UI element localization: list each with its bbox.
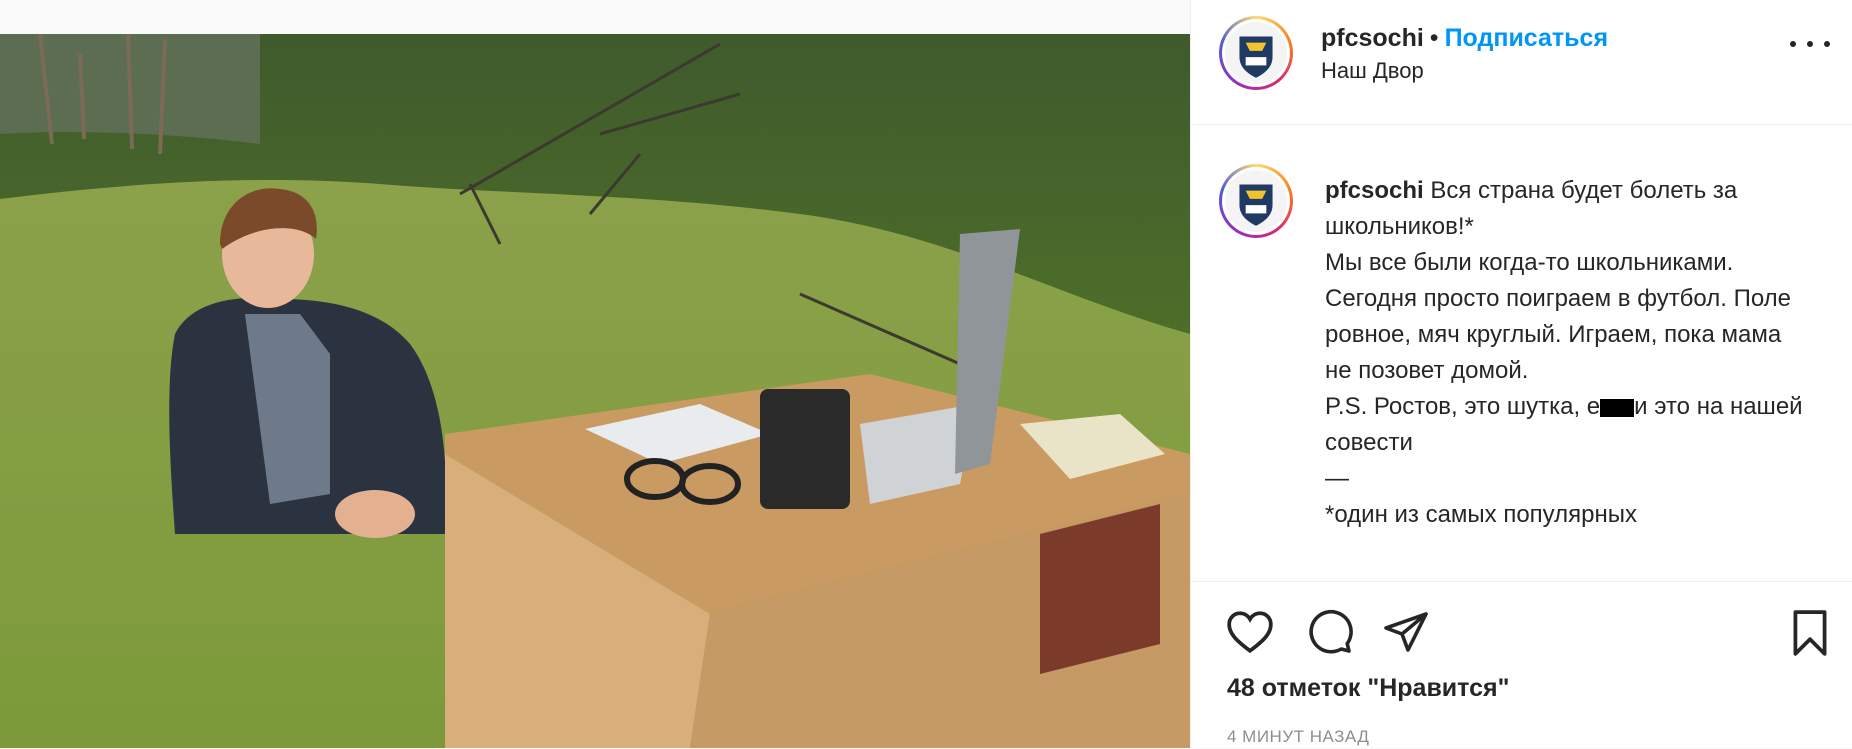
username-link[interactable]: pfcsochi [1321,24,1424,52]
likes-count[interactable]: 48 отметок "Нравится" [1227,674,1509,703]
follow-button[interactable]: Подписаться [1445,24,1608,52]
caption-username[interactable]: pfcsochi [1325,177,1424,204]
caption-line: — [1325,465,1349,492]
post-image[interactable] [0,34,1190,748]
heart-icon[interactable] [1225,608,1275,659]
more-options-icon[interactable] [1790,34,1830,54]
location-link[interactable]: Наш Двор [1321,58,1424,84]
caption-line: *один из самых популярных [1325,501,1637,528]
paper-plane-icon[interactable] [1381,608,1431,661]
caption-line: P.S. Ростов, это шутка, е [1325,393,1601,420]
caption-area[interactable]: pfcsochi Вся страна будет болеть за школ… [1191,125,1852,580]
caption-avatar[interactable] [1219,164,1293,238]
post-header: pfcsochi • Подписаться Наш Двор [1191,0,1852,125]
bookmark-icon[interactable] [1788,608,1832,663]
top-bar [0,0,1190,34]
header-user-line: pfcsochi • Подписаться [1321,24,1608,53]
post-side-panel: pfcsochi • Подписаться Наш Двор pfcsochi В… [1190,0,1852,748]
actions-bar: 48 отметок "Нравится" 4 МИНУТ НАЗАД [1191,581,1852,749]
caption-line: Мы все были когда-то школьниками. Сегодн… [1325,249,1792,384]
comment-icon[interactable] [1305,608,1355,661]
caption-text: pfcsochi Вся страна будет болеть за школ… [1325,173,1805,533]
separator-dot: • [1429,24,1439,52]
avatar[interactable] [1219,16,1293,90]
censor-block [1600,398,1635,417]
post-timestamp[interactable]: 4 МИНУТ НАЗАД [1227,727,1369,747]
